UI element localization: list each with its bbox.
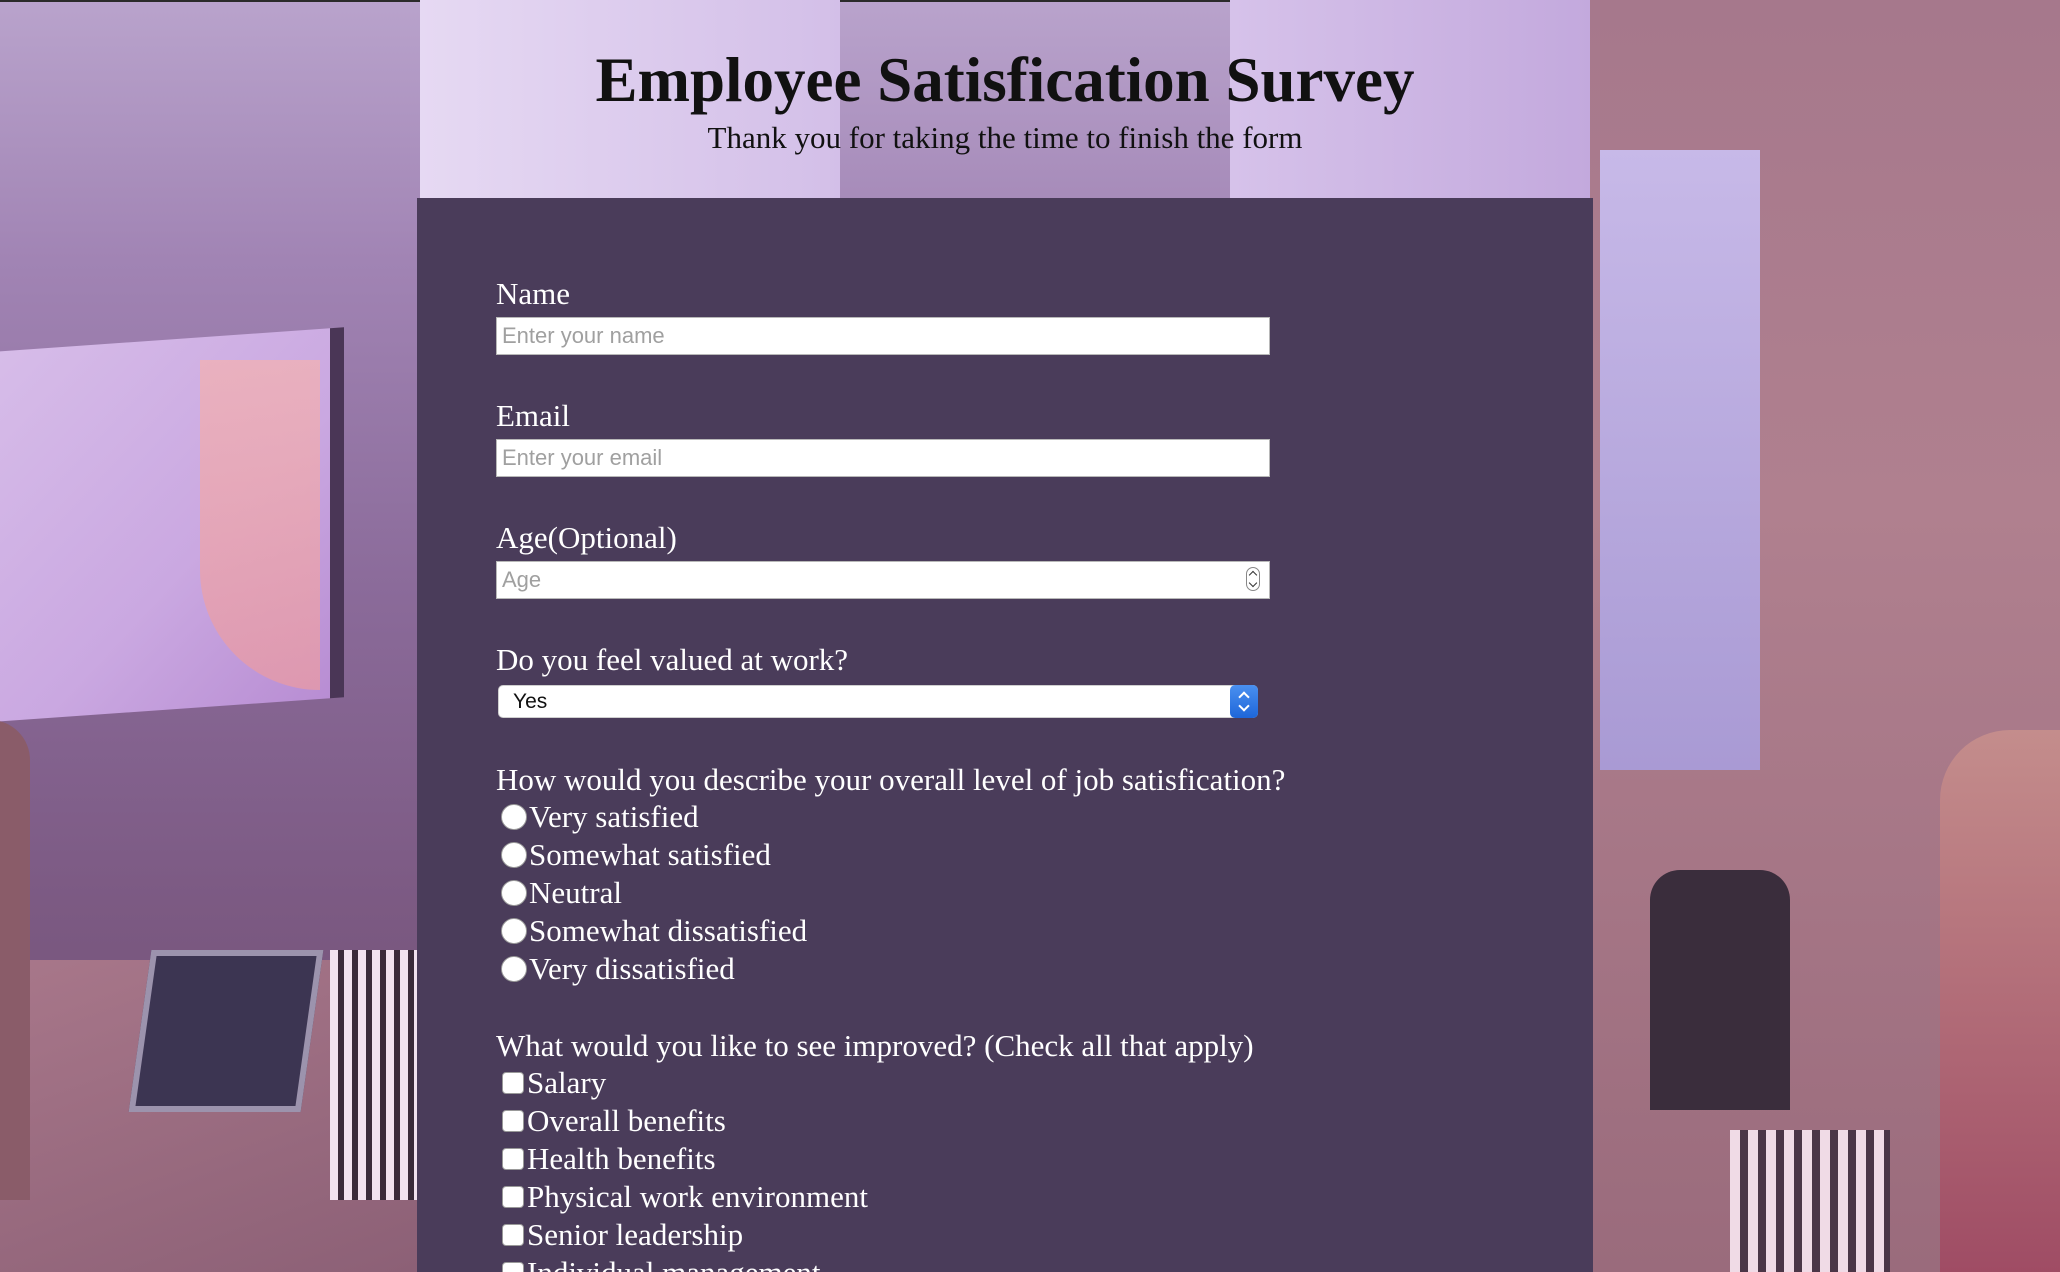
checkbox-option-label: Senior leadership — [527, 1217, 744, 1252]
radio-option-very-satisfied[interactable]: Very satisfied — [496, 798, 699, 836]
improvements-label: What would you like to see improved? (Ch… — [496, 1028, 1254, 1063]
page-subtitle: Thank you for taking the time to finish … — [707, 120, 1303, 155]
email-label: Email — [496, 398, 571, 433]
radio-option-label: Neutral — [529, 875, 622, 910]
email-input[interactable] — [496, 439, 1270, 477]
checkbox-option-label: Health benefits — [527, 1141, 716, 1176]
radio-option-neutral[interactable]: Neutral — [496, 874, 622, 912]
checkbox[interactable] — [502, 1148, 524, 1170]
radio-button[interactable] — [501, 880, 527, 906]
checkbox[interactable] — [502, 1224, 524, 1246]
valued-select[interactable]: Yes — [498, 685, 1258, 718]
satisfaction-label: How would you describe your overall leve… — [496, 762, 1286, 797]
page-title: Employee Satisfication Survey — [595, 45, 1415, 115]
valued-label: Do you feel valued at work? — [496, 642, 849, 677]
checkbox-option-physical-work-environment[interactable]: Physical work environment — [496, 1178, 868, 1216]
radio-button[interactable] — [501, 842, 527, 868]
name-label: Name — [496, 276, 571, 311]
radio-button[interactable] — [501, 956, 527, 982]
checkbox-option-overall-benefits[interactable]: Overall benefits — [496, 1102, 726, 1140]
checkbox[interactable] — [502, 1110, 524, 1132]
age-label: Age(Optional) — [496, 520, 677, 555]
radio-option-somewhat-satisfied[interactable]: Somewhat satisfied — [496, 836, 771, 874]
age-stepper[interactable] — [1246, 567, 1260, 591]
radio-option-label: Somewhat satisfied — [529, 837, 771, 872]
checkbox-option-label: Salary — [527, 1065, 607, 1100]
radio-option-label: Very dissatisfied — [529, 951, 735, 986]
select-arrows-icon — [1230, 685, 1258, 718]
radio-option-somewhat-dissatisfied[interactable]: Somewhat dissatisfied — [496, 912, 807, 950]
radio-button[interactable] — [501, 918, 527, 944]
checkbox[interactable] — [502, 1262, 524, 1272]
checkbox-option-individual-management[interactable]: Individual management — [496, 1254, 821, 1272]
checkbox-option-salary[interactable]: Salary — [496, 1064, 606, 1102]
age-input[interactable] — [496, 561, 1270, 599]
valued-select-value: Yes — [513, 690, 548, 713]
name-input[interactable] — [496, 317, 1270, 355]
radio-option-very-dissatisfied[interactable]: Very dissatisfied — [496, 950, 735, 988]
checkbox-option-senior-leadership[interactable]: Senior leadership — [496, 1216, 743, 1254]
checkbox[interactable] — [502, 1186, 524, 1208]
survey-form: Name Email Age(Optional) Do you feel val… — [417, 198, 1593, 1272]
checkbox-option-health-benefits[interactable]: Health benefits — [496, 1140, 716, 1178]
radio-button[interactable] — [501, 804, 527, 830]
radio-option-label: Somewhat dissatisfied — [529, 913, 808, 948]
checkbox-option-label: Individual management — [527, 1254, 821, 1272]
age-field — [496, 561, 1270, 599]
checkbox-option-label: Physical work environment — [527, 1179, 868, 1214]
radio-option-label: Very satisfied — [529, 799, 699, 834]
checkbox-option-label: Overall benefits — [527, 1103, 726, 1138]
checkbox[interactable] — [502, 1072, 524, 1094]
